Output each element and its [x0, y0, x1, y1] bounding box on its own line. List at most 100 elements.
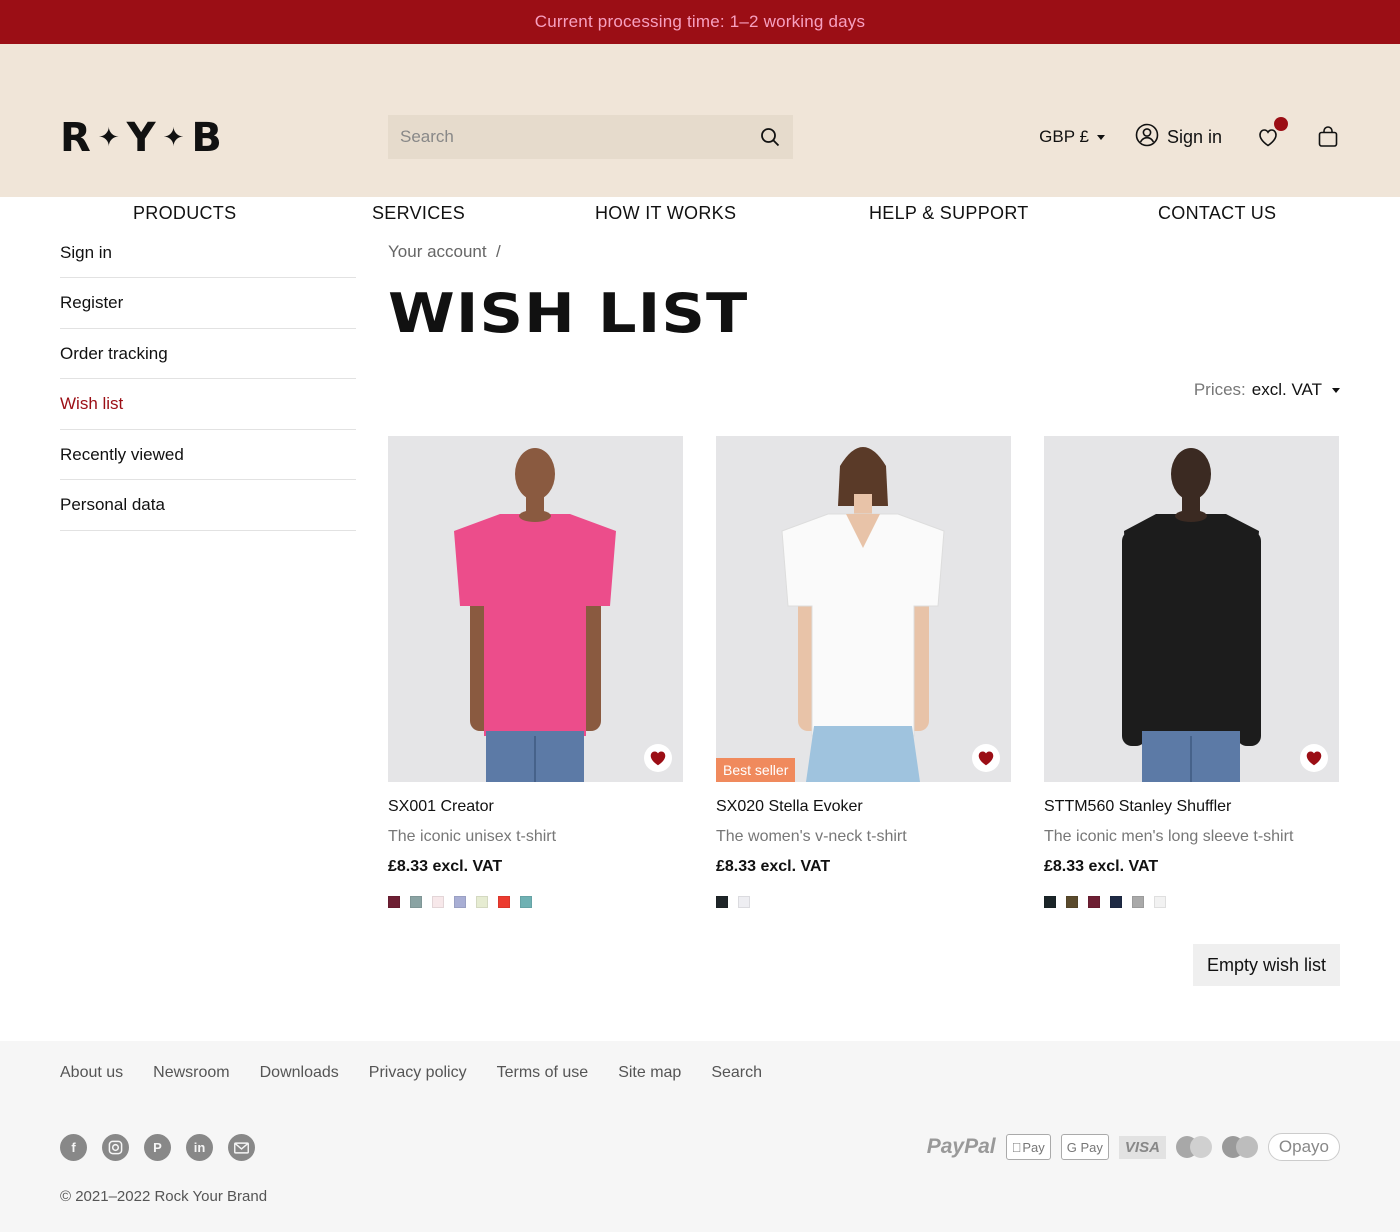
product-image[interactable] [388, 436, 683, 782]
search-input[interactable] [400, 127, 759, 147]
account-sidebar: Sign in Register Order tracking Wish lis… [60, 228, 356, 531]
color-swatch[interactable] [716, 896, 728, 908]
star-icon: ✦ [97, 123, 121, 153]
site-footer: About us Newsroom Downloads Privacy poli… [0, 1041, 1400, 1232]
color-swatch[interactable] [388, 896, 400, 908]
footer-link-sitemap[interactable]: Site map [618, 1064, 681, 1082]
product-image[interactable] [1044, 436, 1339, 782]
color-swatch[interactable] [738, 896, 750, 908]
wishlist-grid: SX001 Creator The iconic unisex t-shirt … [388, 436, 1340, 908]
nav-how-it-works[interactable]: HOW IT WORKS [595, 203, 736, 224]
facebook-icon[interactable]: f [60, 1134, 87, 1161]
mastercard-logo [1175, 1136, 1212, 1158]
sidebar-item-recently-viewed[interactable]: Recently viewed [60, 430, 356, 480]
color-swatch[interactable] [410, 896, 422, 908]
model-photo [388, 436, 683, 782]
footer-links: About us Newsroom Downloads Privacy poli… [60, 1064, 762, 1082]
sidebar-item-personal-data[interactable]: Personal data [60, 480, 356, 531]
color-swatch[interactable] [1044, 896, 1056, 908]
footer-link-about[interactable]: About us [60, 1064, 123, 1082]
breadcrumb[interactable]: Your account / [388, 242, 501, 262]
color-swatch[interactable] [498, 896, 510, 908]
color-swatch[interactable] [1154, 896, 1166, 908]
logo-letter: Y [126, 115, 157, 161]
sidebar-item-wish-list[interactable]: Wish list [60, 379, 356, 430]
announcement-bar: Current processing time: 1–2 working day… [0, 0, 1400, 44]
product-card[interactable]: STTM560 Stanley Shuffler The iconic men'… [1044, 436, 1339, 908]
logo-letter: R [60, 115, 92, 161]
nav-contact-us[interactable]: CONTACT US [1158, 203, 1276, 224]
pinterest-icon[interactable]: P [144, 1134, 171, 1161]
prices-label: Prices: [1193, 380, 1246, 399]
footer-link-privacy[interactable]: Privacy policy [369, 1064, 467, 1082]
bag-icon [1316, 126, 1340, 153]
heart-filled-icon [978, 751, 994, 766]
product-card[interactable]: Best seller SX020 Stella Evoker The wome… [716, 436, 1011, 908]
footer-link-newsroom[interactable]: Newsroom [153, 1064, 229, 1082]
search-icon[interactable] [759, 126, 781, 148]
page-title: WISH LIST [388, 282, 749, 345]
color-swatch[interactable] [1088, 896, 1100, 908]
notification-dot [1274, 117, 1288, 131]
apple-pay-logo: Pay [1005, 1134, 1051, 1160]
site-header: R ✦ Y ✦ B GBP £ Sign in [0, 44, 1400, 223]
sidebar-item-order-tracking[interactable]: Order tracking [60, 329, 356, 379]
opayo-logo: Opayo [1267, 1133, 1340, 1161]
nav-services[interactable]: SERVICES [372, 203, 465, 224]
cart-button[interactable] [1316, 125, 1340, 149]
star-icon: ✦ [162, 123, 186, 153]
search-bar [388, 115, 793, 159]
footer-link-search[interactable]: Search [711, 1064, 762, 1082]
product-price: £8.33 excl. VAT [1044, 858, 1159, 875]
currency-label: GBP £ [1039, 127, 1089, 146]
nav-products[interactable]: PRODUCTS [133, 203, 236, 224]
best-seller-badge: Best seller [716, 758, 796, 782]
wishlist-header-button[interactable] [1256, 117, 1288, 149]
color-swatch[interactable] [476, 896, 488, 908]
caret-down-icon [1332, 387, 1340, 393]
product-name[interactable]: SX001 Creator [388, 798, 683, 816]
visa-logo: VISA [1118, 1135, 1166, 1159]
heart-filled-icon [1306, 751, 1322, 766]
product-price: £8.33 excl. VAT [716, 858, 831, 875]
color-swatch[interactable] [1110, 896, 1122, 908]
product-name[interactable]: STTM560 Stanley Shuffler [1044, 798, 1339, 816]
linkedin-icon[interactable]: in [186, 1134, 213, 1161]
brand-logo[interactable]: R ✦ Y ✦ B [60, 115, 223, 161]
instagram-icon[interactable] [102, 1134, 129, 1161]
sign-in-label: Sign in [1166, 126, 1222, 147]
prices-value: excl. VAT [1251, 380, 1322, 399]
model-photo [716, 436, 1011, 782]
sidebar-item-register[interactable]: Register [60, 278, 356, 329]
empty-wish-list-button[interactable]: Empty wish list [1192, 944, 1340, 986]
email-icon[interactable] [228, 1134, 255, 1161]
color-swatches [716, 896, 1011, 908]
product-card[interactable]: SX001 Creator The iconic unisex t-shirt … [388, 436, 683, 908]
sign-in-link[interactable]: Sign in [1135, 123, 1222, 152]
footer-link-terms[interactable]: Terms of use [497, 1064, 589, 1082]
product-description: The iconic unisex t-shirt [388, 828, 557, 845]
color-swatch[interactable] [520, 896, 532, 908]
social-links: f P in [60, 1134, 255, 1161]
nav-help-support[interactable]: HELP & SUPPORT [869, 203, 1029, 224]
currency-selector[interactable]: GBP £ [1039, 127, 1105, 147]
logo-letter: B [191, 115, 223, 161]
color-swatches [388, 896, 683, 908]
user-icon [1135, 123, 1159, 152]
sidebar-item-sign-in[interactable]: Sign in [60, 228, 356, 278]
product-price: £8.33 excl. VAT [388, 858, 503, 875]
paypal-logo: PayPal [926, 1135, 996, 1158]
remove-from-wishlist-button[interactable] [644, 744, 672, 772]
color-swatch[interactable] [1066, 896, 1078, 908]
product-name[interactable]: SX020 Stella Evoker [716, 798, 1011, 816]
remove-from-wishlist-button[interactable] [972, 744, 1000, 772]
remove-from-wishlist-button[interactable] [1300, 744, 1328, 772]
color-swatch[interactable] [432, 896, 444, 908]
color-swatch[interactable] [1132, 896, 1144, 908]
price-mode-selector[interactable]: Prices: excl. VAT [1194, 380, 1340, 400]
model-photo [1044, 436, 1339, 782]
announcement-text: Current processing time: 1–2 working day… [534, 12, 866, 31]
color-swatch[interactable] [454, 896, 466, 908]
footer-link-downloads[interactable]: Downloads [260, 1064, 339, 1082]
product-image[interactable]: Best seller [716, 436, 1011, 782]
